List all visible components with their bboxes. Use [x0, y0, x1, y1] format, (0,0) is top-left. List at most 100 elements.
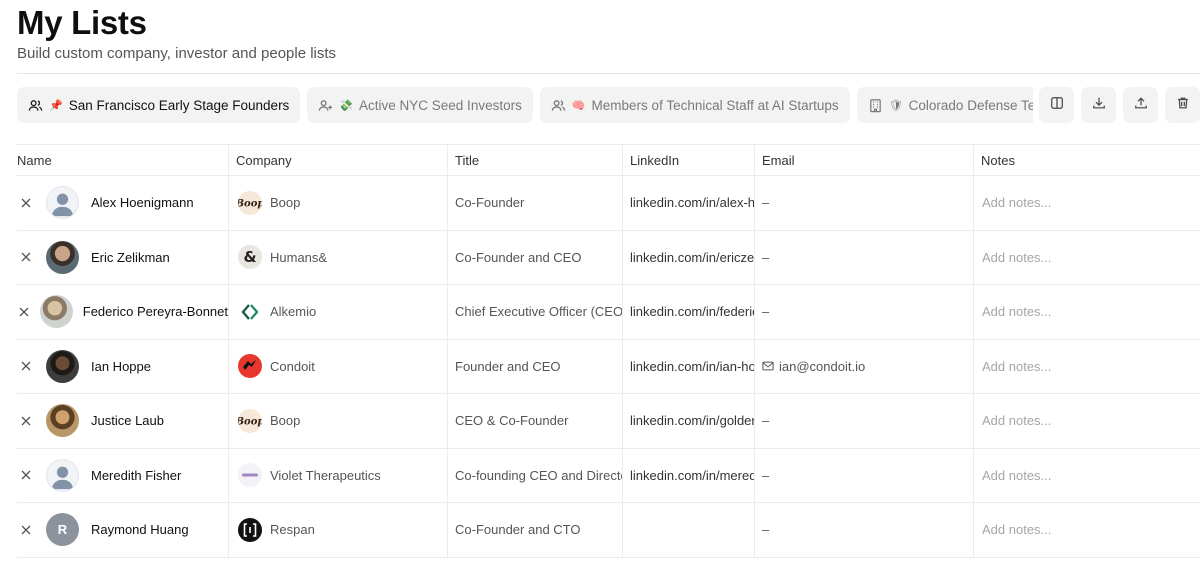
tab-active-nyc-seed-investors[interactable]: 💸 Active NYC Seed Investors: [307, 87, 533, 123]
company-name[interactable]: Respan: [270, 522, 315, 537]
notes-field[interactable]: Add notes...: [973, 176, 1200, 230]
avatar: [46, 240, 79, 274]
column-header-name[interactable]: Name: [17, 145, 228, 175]
email-cell: –: [754, 230, 973, 284]
person-name[interactable]: Justice Laub: [91, 413, 164, 428]
table-row: Ian Hoppe Condoit Founder and CEO linked…: [17, 339, 1200, 394]
avatar: [46, 186, 79, 220]
linkedin-link[interactable]: linkedin.com/in/meredith: [622, 448, 754, 502]
avatar: [46, 349, 79, 383]
title-cell: Co-founding CEO and Director: [447, 448, 622, 502]
remove-row-button[interactable]: [17, 467, 34, 484]
notes-placeholder: Add notes...: [982, 467, 1052, 483]
table-row: Alex Hoenigmann Boop Boop Co-Founder lin…: [17, 176, 1200, 231]
tab-san-francisco-early-stage-founders[interactable]: 📌 San Francisco Early Stage Founders: [17, 87, 301, 123]
boop-logo: Boop: [238, 190, 262, 215]
remove-row-button[interactable]: [17, 194, 34, 211]
svg-text:Boop: Boop: [238, 198, 262, 209]
email-cell: –: [754, 448, 973, 502]
company-name[interactable]: Humans&: [270, 250, 327, 265]
company-name[interactable]: Condoit: [270, 359, 315, 374]
condoit-logo: [238, 354, 262, 379]
table-row: Justice Laub Boop Boop CEO & Co-Founder …: [17, 394, 1200, 449]
linkedin-link[interactable]: linkedin.com/in/ericzelikman: [622, 230, 754, 284]
email-link[interactable]: ian@condoit.io: [779, 359, 865, 374]
notes-field[interactable]: Add notes...: [973, 230, 1200, 284]
upload-button[interactable]: [1123, 87, 1158, 123]
company-name[interactable]: Boop: [270, 195, 300, 210]
tab-colorado-defense-tech-startups[interactable]: 🛡 Colorado Defense Tech Startups: [856, 87, 1033, 123]
notes-field[interactable]: Add notes...: [973, 394, 1200, 448]
list-tabs: 📌 San Francisco Early Stage Founders 💸 A…: [17, 87, 1033, 123]
close-icon: [21, 470, 30, 480]
notes-placeholder: Add notes...: [982, 304, 1052, 320]
remove-row-button[interactable]: [17, 412, 34, 429]
title-cell: Chief Executive Officer (CEO): [447, 285, 622, 339]
notes-field[interactable]: Add notes...: [973, 503, 1200, 557]
person-name[interactable]: Eric Zelikman: [91, 250, 170, 265]
person-name[interactable]: Ian Hoppe: [91, 359, 151, 374]
tab-members-of-technical-staff-at-ai-startups[interactable]: 🧠 Members of Technical Staff at AI Start…: [539, 87, 850, 123]
download-icon: [1092, 96, 1106, 115]
linkedin-link[interactable]: linkedin.com/in/federico: [622, 285, 754, 339]
download-button[interactable]: [1081, 87, 1116, 123]
table-row: Eric Zelikman & Humans& Co-Founder and C…: [17, 230, 1200, 285]
person-name[interactable]: Alex Hoenigmann: [91, 195, 194, 210]
page-subtitle: Build custom company, investor and peopl…: [17, 45, 337, 62]
remove-row-button[interactable]: [17, 303, 32, 320]
notes-field[interactable]: Add notes...: [973, 285, 1200, 339]
notes-field[interactable]: Add notes...: [973, 339, 1200, 393]
remove-row-button[interactable]: [17, 358, 34, 375]
tab-label: Active NYC Seed Investors: [359, 97, 522, 113]
person-name[interactable]: Meredith Fisher: [91, 468, 181, 483]
people-table: Name Company Title LinkedIn Email Notes …: [17, 144, 1200, 558]
person-name[interactable]: Federico Pereyra-Bonnet: [83, 304, 228, 319]
company-name[interactable]: Violet Therapeutics: [270, 468, 381, 483]
tab-label: San Francisco Early Stage Founders: [68, 97, 290, 113]
svg-text:Boop: Boop: [238, 416, 262, 427]
building-icon: [868, 98, 883, 113]
users-icon: [551, 98, 566, 113]
page-title: My Lists: [17, 4, 147, 41]
remove-row-button[interactable]: [17, 521, 34, 538]
company-name[interactable]: Boop: [270, 413, 300, 428]
linkedin-link[interactable]: linkedin.com/in/ian-hoppe: [622, 339, 754, 393]
avatar: [46, 404, 79, 438]
company-name[interactable]: Alkemio: [270, 304, 316, 319]
table-row: R Raymond Huang Respan Co-Founder and CT…: [17, 503, 1200, 558]
person-name[interactable]: Raymond Huang: [91, 522, 189, 537]
columns-icon: [1050, 96, 1064, 115]
column-header-linkedin[interactable]: LinkedIn: [622, 145, 754, 175]
title-cell: Co-Founder and CTO: [447, 503, 622, 557]
linkedin-link[interactable]: linkedin.com/in/goldenlaub: [622, 394, 754, 448]
notes-field[interactable]: Add notes...: [973, 448, 1200, 502]
column-header-company[interactable]: Company: [228, 145, 447, 175]
columns-button[interactable]: [1039, 87, 1074, 123]
violet-logo: [238, 463, 262, 488]
column-header-email[interactable]: Email: [754, 145, 973, 175]
users-icon: [28, 98, 43, 113]
table-header: Name Company Title LinkedIn Email Notes: [17, 144, 1200, 176]
respan-logo: [238, 517, 262, 542]
column-header-notes[interactable]: Notes: [973, 145, 1200, 175]
tab-label: Colorado Defense Tech Startups: [908, 97, 1033, 113]
title-cell: Co-Founder and CEO: [447, 230, 622, 284]
user-plus-icon: [318, 98, 333, 113]
close-icon: [19, 307, 29, 317]
close-icon: [21, 416, 30, 426]
title-cell: Co-Founder: [447, 176, 622, 230]
remove-row-button[interactable]: [17, 249, 34, 266]
header-divider: [17, 73, 1200, 74]
table-row: Meredith Fisher Violet Therapeutics Co-f…: [17, 448, 1200, 503]
delete-list-button[interactable]: [1165, 87, 1200, 123]
email-cell: –: [754, 176, 973, 230]
linkedin-link[interactable]: [622, 503, 754, 557]
linkedin-link[interactable]: linkedin.com/in/alex-hoenigmann: [622, 176, 754, 230]
tab-emoji: 📌: [49, 98, 63, 112]
upload-icon: [1134, 96, 1148, 115]
avatar: R: [46, 513, 79, 547]
svg-text:&: &: [243, 248, 256, 266]
column-header-title[interactable]: Title: [447, 145, 622, 175]
close-icon: [21, 361, 30, 371]
email-cell: –: [754, 285, 973, 339]
